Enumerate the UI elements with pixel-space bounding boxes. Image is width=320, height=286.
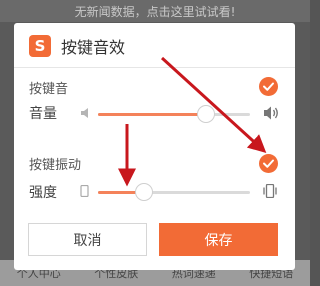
annotation-arrows [118, 56, 267, 187]
annotation-arrow [160, 56, 267, 154]
